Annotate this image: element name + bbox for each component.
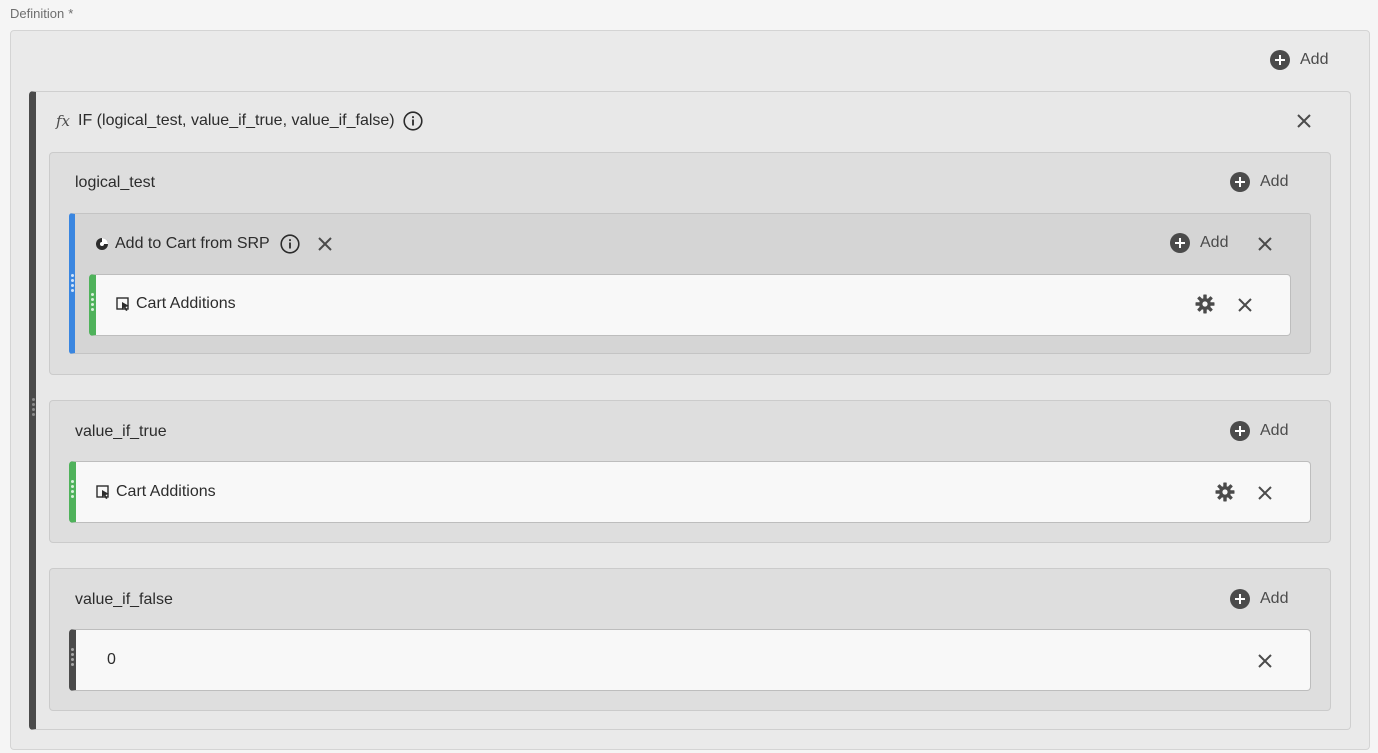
- plus-circle-icon: [1230, 172, 1250, 192]
- segment-add-button[interactable]: Add: [1170, 233, 1228, 253]
- close-icon: [1297, 114, 1311, 128]
- remove-metric-button[interactable]: [1256, 484, 1274, 502]
- gear-icon: [1195, 294, 1215, 314]
- static-number-value[interactable]: 0: [107, 651, 116, 669]
- plus-circle-icon: [1170, 233, 1190, 253]
- metric-card[interactable]: [69, 461, 1311, 523]
- metric-settings-button[interactable]: [1195, 294, 1215, 319]
- close-icon: [318, 237, 332, 251]
- logical-test-add-button[interactable]: Add: [1230, 172, 1288, 192]
- metric-label: Cart Additions: [116, 483, 216, 500]
- add-label: Add: [1260, 422, 1289, 439]
- function-signature: IF (logical_test, value_if_true, value_i…: [78, 112, 395, 129]
- segment-icon: [96, 238, 108, 250]
- gear-icon: [1215, 482, 1235, 502]
- top-add-button[interactable]: Add: [1270, 50, 1328, 70]
- remove-static-number-button[interactable]: [1256, 652, 1274, 670]
- value-if-false-title: value_if_false: [75, 591, 173, 608]
- remove-function-button[interactable]: [1295, 112, 1313, 130]
- drag-handle-icon[interactable]: [71, 274, 74, 292]
- value-if-true-title: value_if_true: [75, 423, 167, 440]
- remove-segment-button[interactable]: [1256, 235, 1274, 253]
- value-if-false-add-button[interactable]: Add: [1230, 589, 1288, 609]
- required-asterisk: *: [68, 6, 74, 21]
- logical-test-title: logical_test: [75, 174, 156, 191]
- drag-handle-icon[interactable]: [91, 293, 94, 311]
- info-icon[interactable]: [403, 111, 423, 131]
- metric-icon: [116, 297, 129, 311]
- drag-handle-icon[interactable]: [71, 648, 74, 666]
- metric-header: Cart Additions: [116, 295, 236, 313]
- plus-circle-icon: [1230, 589, 1250, 609]
- remove-metric-button[interactable]: [1236, 296, 1254, 314]
- add-label: Add: [1200, 234, 1229, 251]
- metric-header: Cart Additions: [96, 483, 216, 501]
- add-label: Add: [1260, 590, 1289, 607]
- metric-icon: [96, 485, 109, 499]
- close-icon: [1238, 298, 1252, 312]
- close-icon: [1258, 654, 1272, 668]
- close-icon: [1258, 237, 1272, 251]
- add-label: Add: [1260, 173, 1289, 190]
- metric-label: Cart Additions: [136, 295, 236, 312]
- definition-label-text: Definition: [10, 6, 65, 21]
- drag-handle-icon[interactable]: [71, 480, 74, 498]
- drag-handle-icon[interactable]: [32, 398, 35, 416]
- remove-segment-inline-button[interactable]: [316, 235, 334, 253]
- add-label: Add: [1300, 51, 1329, 68]
- plus-circle-icon: [1230, 421, 1250, 441]
- plus-circle-icon: [1270, 50, 1290, 70]
- static-number-card[interactable]: [69, 629, 1311, 691]
- metric-card[interactable]: [89, 274, 1291, 336]
- function-header: fx IF (logical_test, value_if_true, valu…: [56, 111, 423, 131]
- definition-label: Definition *: [10, 6, 73, 21]
- function-icon: fx: [56, 112, 71, 130]
- segment-title: Add to Cart from SRP: [115, 235, 270, 252]
- info-icon[interactable]: [280, 234, 300, 254]
- value-if-true-add-button[interactable]: Add: [1230, 421, 1288, 441]
- metric-settings-button[interactable]: [1215, 482, 1235, 507]
- close-icon: [1258, 486, 1272, 500]
- segment-header: Add to Cart from SRP: [95, 234, 300, 254]
